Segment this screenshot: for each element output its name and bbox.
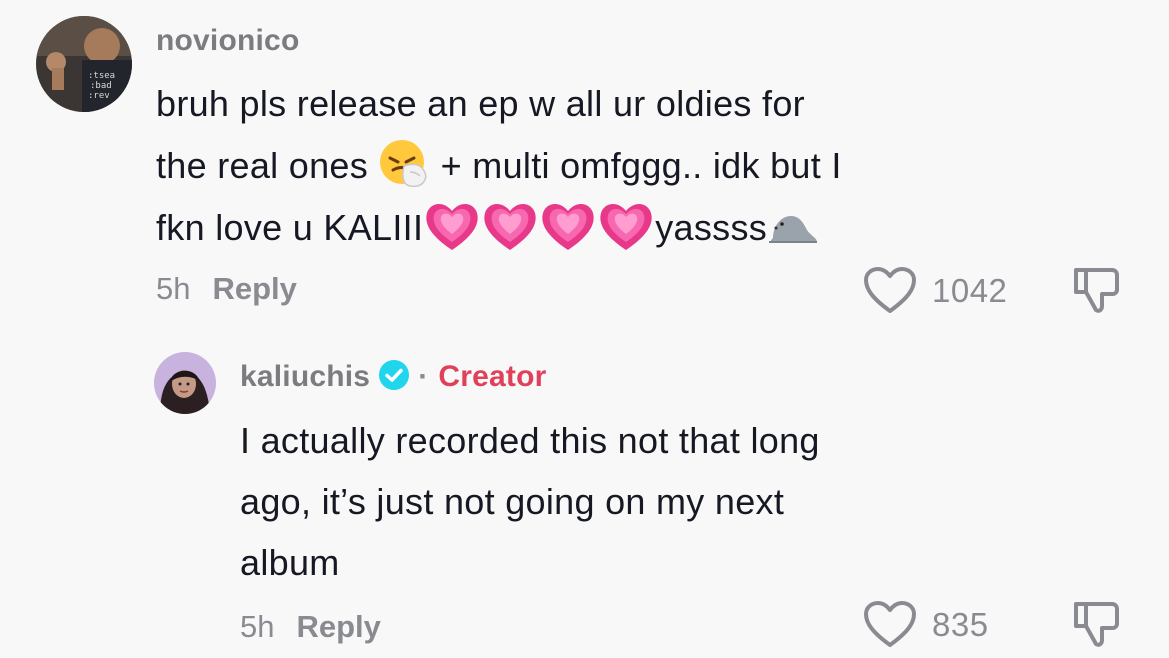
avatar[interactable]: :tsea :bad :rev [36, 16, 132, 112]
comment-meta: 5h Reply [240, 609, 381, 645]
verified-badge-icon [379, 360, 410, 391]
comment-line: ago, it’s just not going on my next [240, 481, 785, 522]
comment-timestamp: 5h [156, 271, 191, 306]
like-button[interactable]: 835 [862, 600, 989, 650]
comment-line: I actually recorded this not that long [240, 420, 820, 461]
comment-username[interactable]: novionico [156, 24, 299, 58]
creator-badge: Creator [438, 360, 547, 393]
comment-line-text: + multi omfggg.. idk but I [430, 145, 842, 186]
thumbs-down-icon [1074, 602, 1119, 647]
comment-line: the real ones + multi omfggg.. idk but I [156, 135, 842, 197]
avatar[interactable] [154, 352, 216, 414]
comment-line-text: yassss [655, 207, 768, 248]
comment-line-text: the real ones [156, 145, 379, 186]
comment-username[interactable]: kaliuchis [240, 360, 370, 393]
growing-heart-emoji [600, 204, 652, 251]
separator-dot: · [418, 360, 429, 393]
reply-button[interactable]: Reply [212, 271, 296, 306]
like-count: 1042 [932, 272, 1008, 309]
dislike-button[interactable] [1072, 598, 1122, 655]
comment-timestamp: 5h [240, 609, 275, 644]
svg-text::rev: :rev [88, 91, 110, 101]
comment-line-text: fkn love u KALIII [156, 207, 424, 248]
comment-line: bruh pls release an ep w all ur oldies f… [156, 83, 805, 124]
like-button[interactable]: 1042 [862, 266, 1007, 316]
svg-text::tsea: :tsea [88, 71, 115, 81]
comment-text: I actually recorded this not that long a… [240, 410, 820, 593]
comment-text: bruh pls release an ep w all ur oldies f… [156, 73, 842, 259]
like-count: 835 [932, 606, 989, 643]
heart-icon [864, 601, 916, 647]
reply-button[interactable]: Reply [296, 609, 380, 644]
growing-heart-emoji [484, 204, 536, 251]
reply-username-row: kaliuchis · Creator [240, 360, 547, 394]
svg-text::bad: :bad [90, 81, 112, 91]
dislike-button[interactable] [1072, 264, 1122, 321]
comment-line: album [240, 542, 340, 583]
comment-meta: 5h Reply [156, 271, 297, 307]
seal-emoji [769, 216, 818, 244]
thumbs-down-icon [1074, 268, 1119, 313]
comment-line: fkn love u KALIII yassss [156, 197, 842, 259]
sneezing-face-emoji [380, 140, 428, 188]
heart-icon [864, 267, 916, 313]
growing-heart-emoji [542, 204, 594, 251]
growing-heart-emoji [426, 204, 478, 251]
